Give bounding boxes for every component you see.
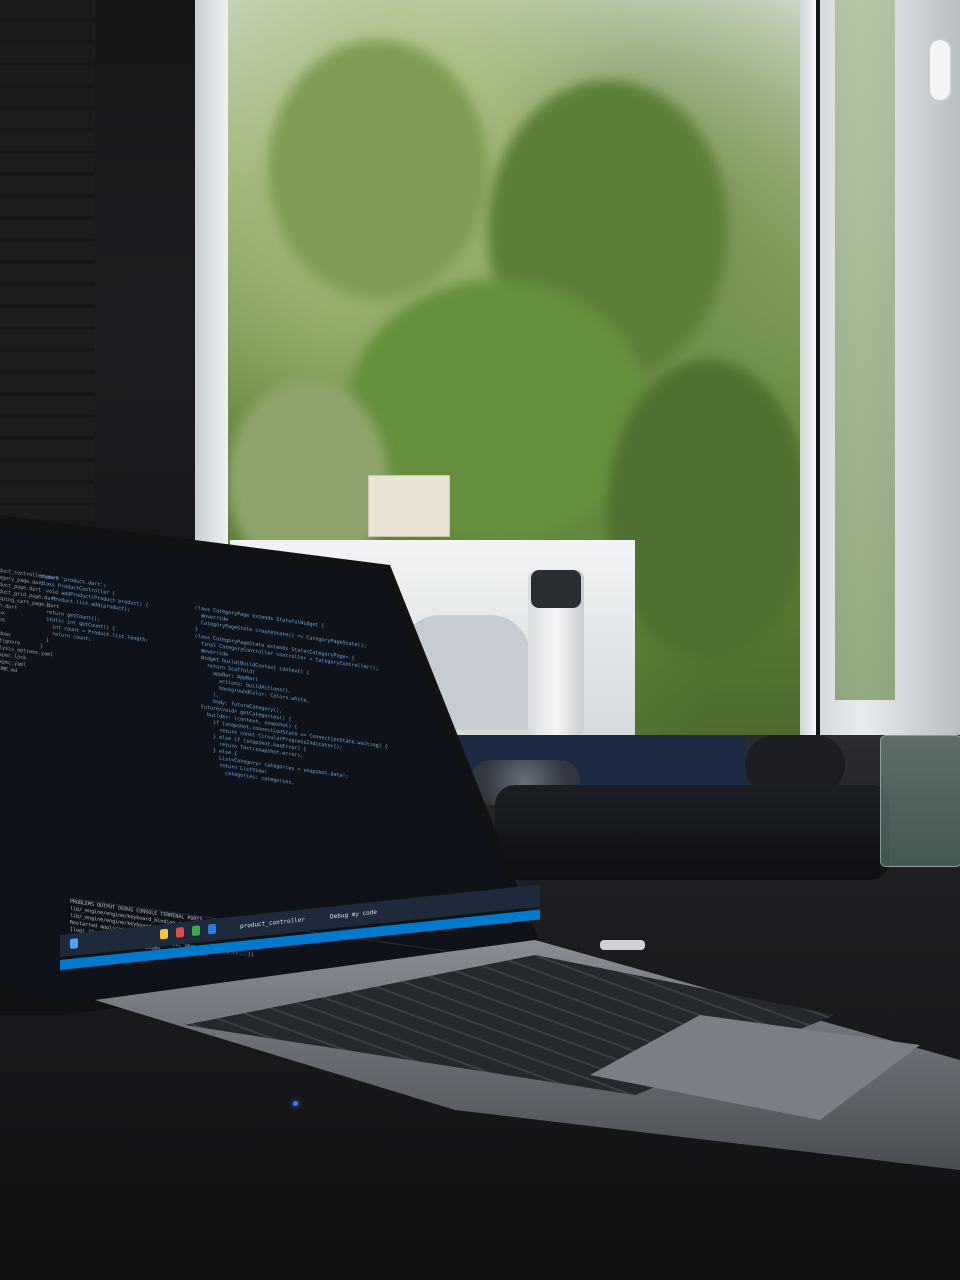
drinking-glass (880, 735, 960, 867)
window-handle (930, 40, 950, 100)
usb-c-plug (600, 940, 645, 950)
bookshelf (0, 0, 95, 520)
vscode-icon (208, 923, 216, 935)
tree-foliage (608, 360, 800, 660)
sash-glass (835, 0, 895, 700)
window-mullion (800, 0, 816, 745)
tree-foliage (268, 40, 488, 300)
power-led (293, 1101, 298, 1106)
taskbar-item: product_controller (240, 916, 306, 931)
code-pane-right: class CategoryPage extends StatefulWidge… (195, 605, 388, 800)
start-icon (70, 938, 78, 949)
app-icon (192, 925, 200, 937)
folder-icon (160, 928, 168, 940)
photo-scene: product_controller.dart category_page.dar… (0, 0, 960, 1280)
app-icon (176, 926, 184, 938)
taskbar-item: Debug my code (330, 908, 377, 921)
